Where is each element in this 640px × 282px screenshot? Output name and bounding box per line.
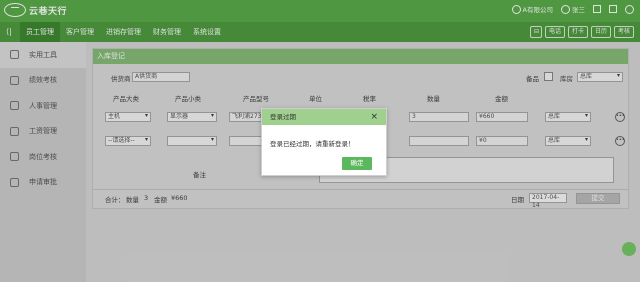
dialog-header: 登录过期 × (262, 109, 386, 125)
dialog-message: 登录已经过期，请重新登录！ (270, 140, 355, 148)
close-icon[interactable]: × (370, 109, 378, 125)
dialog-title: 登录过期 (270, 113, 296, 121)
float-chat-icon[interactable] (622, 242, 636, 256)
session-expired-dialog: 登录过期 × 登录已经过期，请重新登录！ 确定 (261, 108, 387, 176)
ok-button[interactable]: 确定 (342, 157, 372, 170)
